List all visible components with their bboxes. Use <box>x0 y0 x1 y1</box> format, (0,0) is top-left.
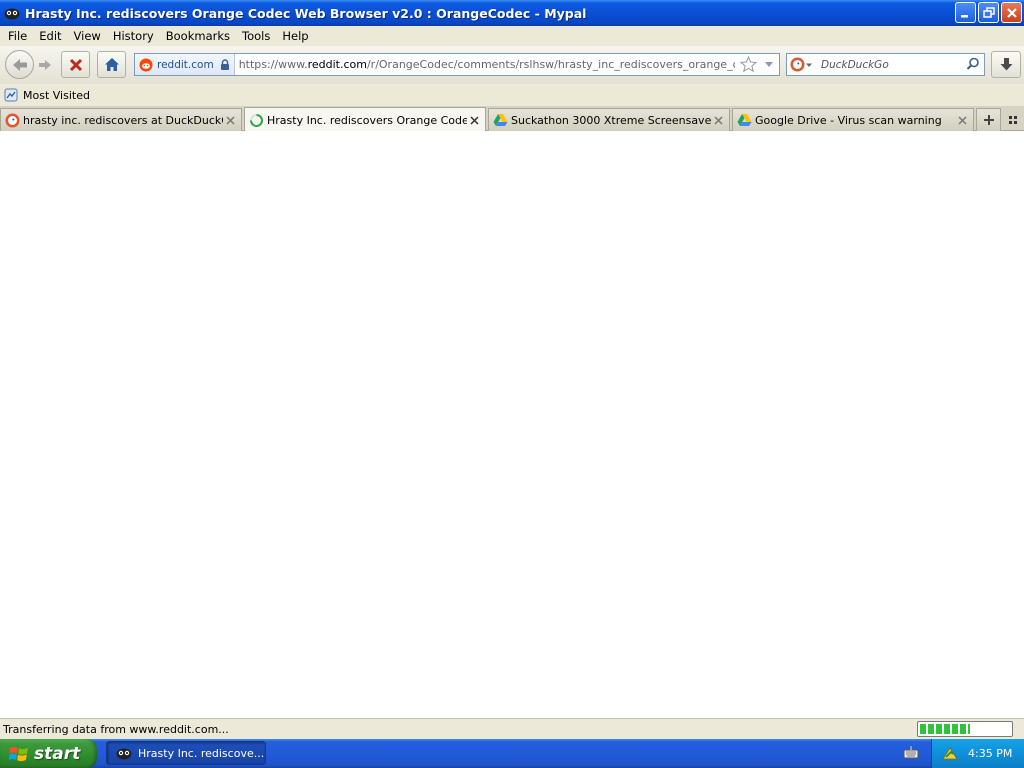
identity-site-label: reddit.com <box>157 58 214 71</box>
tab-close-icon[interactable] <box>467 113 481 127</box>
search-bar[interactable]: DuckDuckGo <box>786 53 985 76</box>
duckduckgo-icon <box>4 112 20 128</box>
loading-progress-bar <box>917 721 1013 737</box>
tab-suckathon-screensaver[interactable]: Suckathon 3000 Xtreme Screensaver S... <box>488 108 730 131</box>
tab-strip: hrasty inc. rediscovers at DuckDuckGo Hr… <box>0 106 1024 132</box>
menu-view[interactable]: View <box>68 29 107 43</box>
menu-file[interactable]: File <box>2 29 33 43</box>
window-title: Hrasty Inc. rediscovers Orange Codec Web… <box>25 5 587 21</box>
taskbar-clock[interactable]: 4:35 PM <box>968 747 1012 760</box>
tab-close-icon[interactable] <box>223 113 237 127</box>
download-arrow-icon <box>1000 58 1012 71</box>
close-icon <box>1006 7 1017 18</box>
duckduckgo-icon <box>790 57 805 72</box>
page-content-area[interactable] <box>0 131 1024 718</box>
most-visited-label: Most Visited <box>23 88 90 102</box>
tab-label: Suckathon 3000 Xtreme Screensaver S... <box>511 113 711 127</box>
taskbar-item-mypal[interactable]: Hrasty Inc. rediscove... <box>106 741 266 765</box>
restore-button[interactable] <box>978 2 999 23</box>
grid-icon <box>1009 116 1017 124</box>
close-window-button[interactable] <box>1001 2 1022 23</box>
plus-icon <box>983 115 994 125</box>
menu-edit[interactable]: Edit <box>33 29 67 43</box>
restore-icon <box>982 6 995 18</box>
home-button[interactable] <box>97 51 126 78</box>
home-icon <box>104 58 119 71</box>
menu-history[interactable]: History <box>107 29 160 43</box>
url-path: /r/OrangeCodec/comments/rslhsw/hrasty_in… <box>366 58 735 71</box>
menu-help[interactable]: Help <box>276 29 314 43</box>
url-history-dropdown-icon[interactable] <box>763 57 775 74</box>
search-input[interactable]: DuckDuckGo <box>821 59 889 71</box>
menu-tools[interactable]: Tools <box>236 29 276 43</box>
search-magnifier-icon[interactable] <box>966 57 980 74</box>
windows-taskbar: start Hrasty Inc. rediscove... 4:35 PM <box>0 739 1024 768</box>
start-label: start <box>34 743 81 764</box>
google-drive-icon <box>492 112 508 128</box>
menu-bookmarks[interactable]: Bookmarks <box>160 29 236 43</box>
new-tab-button[interactable] <box>976 108 1001 131</box>
window-titlebar[interactable]: Hrasty Inc. rediscovers Orange Codec Web… <box>0 0 1024 26</box>
status-bar: Transferring data from www.reddit.com... <box>0 718 1024 739</box>
search-engine-selector[interactable] <box>787 57 821 72</box>
tab-reddit-orange-codec[interactable]: Hrasty Inc. rediscovers Orange Codec ... <box>244 107 486 132</box>
loading-spinner-icon <box>248 112 264 128</box>
most-visited-bookmark[interactable]: Most Visited <box>4 88 90 102</box>
list-all-tabs-button[interactable] <box>1005 112 1021 128</box>
tab-label: Hrasty Inc. rediscovers Orange Codec ... <box>267 113 467 127</box>
google-drive-icon <box>736 112 752 128</box>
url-bar[interactable]: reddit.com https://www.reddit.com/r/Oran… <box>134 53 780 76</box>
tab-label: hrasty inc. rediscovers at DuckDuckGo <box>23 113 223 127</box>
windows-logo-icon <box>9 746 28 761</box>
start-button[interactable]: start <box>0 739 97 768</box>
back-arrow-icon <box>12 58 27 71</box>
url-host: reddit.com <box>307 58 367 71</box>
network-tray-icon[interactable] <box>942 746 958 761</box>
forward-button[interactable] <box>35 55 55 75</box>
taskbar-item-label: Hrasty Inc. rediscove... <box>138 746 265 760</box>
progress-fill <box>920 724 970 734</box>
status-text: Transferring data from www.reddit.com... <box>3 722 229 736</box>
tab-duckduckgo-search[interactable]: hrasty inc. rediscovers at DuckDuckGo <box>0 108 242 131</box>
back-button[interactable] <box>5 50 34 79</box>
tab-close-icon[interactable] <box>711 113 725 127</box>
keyboard-language-icon[interactable] <box>903 745 919 762</box>
mypal-app-icon[interactable] <box>4 5 20 21</box>
tab-google-drive-virus-warning[interactable]: Google Drive - Virus scan warning <box>732 108 974 131</box>
site-identity-button[interactable]: reddit.com <box>135 54 235 75</box>
downloads-button[interactable] <box>991 51 1021 78</box>
url-text[interactable]: https://www.reddit.com/r/OrangeCodec/com… <box>235 58 735 71</box>
minimize-icon <box>961 15 968 18</box>
menu-bar: File Edit View History Bookmarks Tools H… <box>0 26 1024 46</box>
chevron-down-icon <box>806 63 812 67</box>
mypal-app-icon <box>116 748 132 760</box>
bookmark-star-icon[interactable] <box>739 55 758 76</box>
reddit-favicon-icon <box>139 58 153 71</box>
tab-close-icon[interactable] <box>955 113 969 127</box>
bookmarks-toolbar: Most Visited <box>0 84 1024 106</box>
navigation-toolbar: reddit.com https://www.reddit.com/r/Oran… <box>0 46 1024 84</box>
forward-arrow-icon <box>39 60 51 70</box>
minimize-button[interactable] <box>955 2 976 23</box>
lock-icon <box>220 58 229 70</box>
most-visited-folder-icon <box>4 88 18 102</box>
stop-x-icon <box>69 58 82 71</box>
tab-label: Google Drive - Virus scan warning <box>755 113 942 127</box>
system-tray: 4:35 PM <box>931 739 1024 768</box>
url-prefix: https://www. <box>238 58 308 71</box>
stop-button[interactable] <box>61 51 90 78</box>
